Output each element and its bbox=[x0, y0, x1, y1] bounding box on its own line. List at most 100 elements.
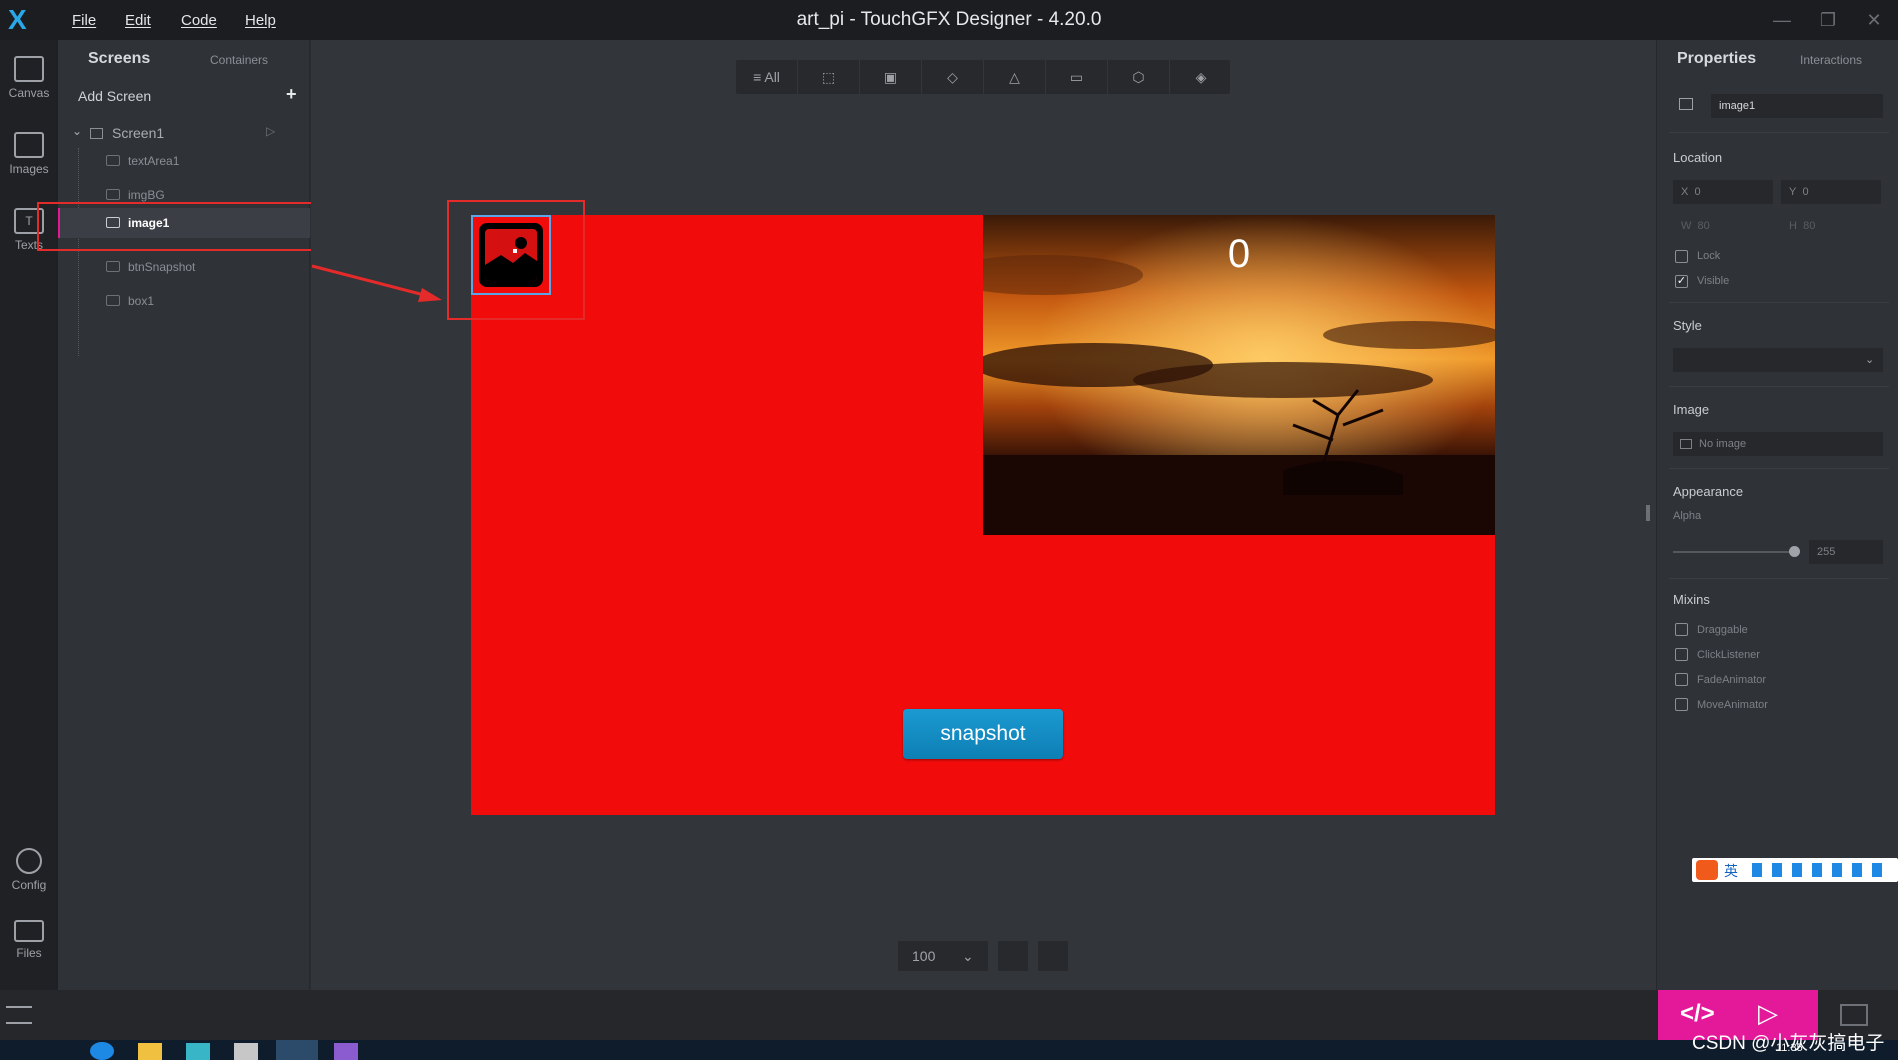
tree-item-label: btnSnapshot bbox=[128, 260, 196, 274]
minimize-icon[interactable]: — bbox=[1770, 8, 1794, 32]
rail-files-label: Files bbox=[16, 946, 42, 960]
x-label: X bbox=[1681, 186, 1689, 198]
widget-name-input[interactable]: image1 bbox=[1711, 94, 1883, 118]
run-screen-icon[interactable]: ▷ bbox=[266, 124, 275, 138]
status-bar bbox=[0, 990, 1898, 1040]
h-field[interactable]: H 80 bbox=[1781, 214, 1881, 238]
moveanimator-label: MoveAnimator bbox=[1697, 699, 1768, 711]
maximize-icon[interactable]: ❐ bbox=[1816, 8, 1840, 32]
draggable-label: Draggable bbox=[1697, 624, 1748, 636]
panel-splitter[interactable] bbox=[1646, 505, 1650, 521]
divider bbox=[1669, 132, 1889, 133]
x-value: 0 bbox=[1694, 186, 1701, 198]
fadeanimator-checkbox[interactable] bbox=[1675, 673, 1688, 686]
style-dropdown[interactable]: ⌄ bbox=[1673, 348, 1883, 372]
images-icon bbox=[14, 132, 44, 158]
clicklistener-checkbox[interactable] bbox=[1675, 648, 1688, 661]
tab-interactions[interactable]: Interactions bbox=[1800, 53, 1862, 67]
interaction-icon[interactable]: ⬚ bbox=[798, 60, 860, 94]
y-value: 0 bbox=[1802, 186, 1809, 198]
image-icon[interactable]: ▣ bbox=[860, 60, 922, 94]
generate-code-icon[interactable]: </> bbox=[1680, 1000, 1715, 1028]
taskbar-app-icon[interactable] bbox=[234, 1043, 258, 1060]
button-icon[interactable]: ▭ bbox=[1046, 60, 1108, 94]
fit-screen-icon[interactable] bbox=[998, 941, 1028, 971]
image-picker[interactable]: No image bbox=[1673, 432, 1883, 456]
visible-label: Visible bbox=[1697, 275, 1730, 287]
button-widget-icon bbox=[106, 261, 120, 272]
tab-properties[interactable]: Properties bbox=[1677, 50, 1756, 68]
image-value: No image bbox=[1699, 438, 1747, 450]
style-title: Style bbox=[1673, 318, 1702, 333]
close-icon[interactable]: ✕ bbox=[1862, 8, 1886, 32]
visible-checkbox[interactable]: ✓ bbox=[1675, 275, 1688, 288]
folder-icon[interactable] bbox=[138, 1043, 162, 1060]
screen-name: Screen1 bbox=[112, 125, 165, 141]
chevron-down-icon[interactable]: ⌄ bbox=[72, 124, 82, 138]
tab-containers[interactable]: Containers bbox=[210, 53, 268, 67]
ime-toolbar[interactable]: 英 bbox=[1692, 858, 1898, 882]
list-icon: ≡ bbox=[753, 69, 765, 85]
draggable-checkbox[interactable] bbox=[1675, 623, 1688, 636]
w-label: W bbox=[1681, 220, 1692, 232]
add-screen-row[interactable]: Add Screen + bbox=[78, 84, 300, 110]
tree-item-box1[interactable]: box1 bbox=[58, 286, 310, 316]
rail-canvas-label: Canvas bbox=[8, 86, 50, 100]
alpha-slider-thumb[interactable] bbox=[1789, 546, 1800, 557]
tree-item-label: box1 bbox=[128, 294, 155, 308]
add-screen-icon[interactable]: + bbox=[286, 84, 297, 105]
filter-all-button[interactable]: ≡ All bbox=[736, 60, 798, 94]
chevron-down-icon: ⌄ bbox=[962, 948, 974, 964]
rail-canvas[interactable]: Canvas bbox=[0, 56, 58, 100]
lock-checkbox[interactable] bbox=[1675, 250, 1688, 263]
divider bbox=[1669, 578, 1889, 579]
canvas-icon bbox=[14, 56, 44, 82]
screen-row[interactable]: ⌄ Screen1 ▷ bbox=[58, 118, 310, 148]
touchgfx-taskbar-icon[interactable] bbox=[276, 1040, 318, 1060]
crop-icon[interactable] bbox=[1038, 941, 1068, 971]
snapshot-button[interactable]: snapshot bbox=[903, 709, 1063, 759]
visual-studio-icon[interactable] bbox=[334, 1043, 358, 1060]
taskbar-app-icon[interactable] bbox=[90, 1042, 114, 1060]
exit-icon[interactable] bbox=[1840, 1004, 1868, 1026]
tab-screens[interactable]: Screens bbox=[88, 50, 150, 68]
y-label: Y bbox=[1789, 186, 1797, 198]
alpha-label: Alpha bbox=[1673, 510, 1702, 522]
rail-config[interactable]: Config bbox=[0, 848, 58, 892]
menu-edit[interactable]: Edit bbox=[125, 12, 151, 29]
tree-item-btnsnapshot[interactable]: btnSnapshot bbox=[58, 252, 310, 282]
3d-cube-icon[interactable]: ⬡ bbox=[1108, 60, 1170, 94]
x-field[interactable]: X 0 bbox=[1673, 180, 1773, 204]
text-widget-icon bbox=[106, 155, 120, 166]
rail-config-label: Config bbox=[11, 878, 47, 892]
tree-item-textarea1[interactable]: textArea1 bbox=[58, 146, 310, 176]
run-simulator-icon[interactable]: ▷ bbox=[1758, 998, 1778, 1029]
folder-icon bbox=[14, 920, 44, 942]
y-field[interactable]: Y 0 bbox=[1781, 180, 1881, 204]
left-rail: Canvas Images T Texts Config Files bbox=[0, 40, 58, 990]
menu-file[interactable]: File bbox=[72, 12, 96, 29]
properties-panel: Properties Interactions image1 Location … bbox=[1656, 40, 1898, 990]
zoom-select[interactable]: 100 ⌄ bbox=[898, 941, 988, 971]
ime-language-label: 英 bbox=[1724, 863, 1738, 879]
w-field[interactable]: W 80 bbox=[1673, 214, 1773, 238]
moveanimator-checkbox[interactable] bbox=[1675, 698, 1688, 711]
image-title: Image bbox=[1673, 402, 1710, 417]
mixins-title: Mixins bbox=[1673, 592, 1710, 607]
stack-icon[interactable]: ◈ bbox=[1170, 60, 1232, 94]
menu-help[interactable]: Help bbox=[245, 12, 276, 29]
shapes-icon[interactable]: △ bbox=[984, 60, 1046, 94]
layers-icon[interactable]: ◇ bbox=[922, 60, 984, 94]
menu-code[interactable]: Code bbox=[181, 12, 217, 29]
touchgfx-logo: X bbox=[8, 4, 27, 35]
alpha-slider-track[interactable] bbox=[1673, 551, 1793, 553]
rail-files[interactable]: Files bbox=[0, 920, 58, 960]
divider bbox=[1669, 386, 1889, 387]
fadeanimator-label: FadeAnimator bbox=[1697, 674, 1767, 686]
taskbar-app-icon[interactable] bbox=[186, 1043, 210, 1060]
hamburger-menu-icon[interactable] bbox=[6, 1006, 32, 1024]
rail-images[interactable]: Images bbox=[0, 132, 58, 176]
alpha-input[interactable]: 255 bbox=[1809, 540, 1883, 564]
widget-filter-toolbar: ≡ All ⬚ ▣ ◇ △ ▭ ⬡ ◈ bbox=[736, 60, 1230, 94]
counter-text[interactable]: 0 bbox=[983, 232, 1495, 277]
